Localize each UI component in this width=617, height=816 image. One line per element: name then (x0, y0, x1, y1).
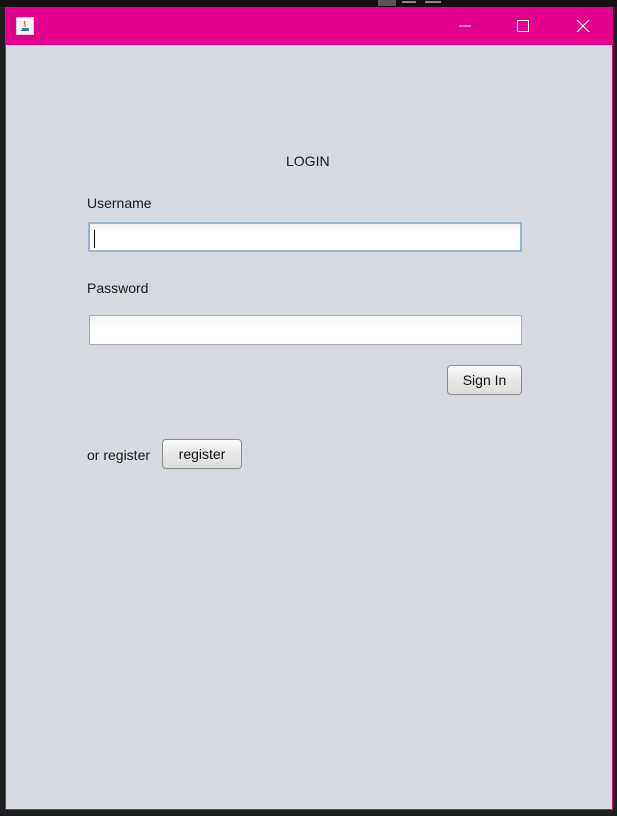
minimize-icon (459, 25, 471, 27)
login-form: LOGIN Username Password Sign In or regis… (6, 45, 612, 811)
username-input[interactable] (88, 222, 522, 252)
desktop-background-fragment (378, 0, 396, 6)
password-input[interactable] (89, 315, 522, 345)
desktop-background-fragment (402, 1, 416, 3)
username-label: Username (87, 195, 152, 211)
desktop-background (0, 0, 617, 7)
login-window: LOGIN Username Password Sign In or regis… (5, 7, 613, 810)
sign-in-button[interactable]: Sign In (447, 365, 522, 395)
register-button[interactable]: register (162, 439, 242, 469)
java-app-icon (16, 17, 34, 35)
desktop-background-fragment (425, 1, 441, 3)
close-icon (576, 19, 590, 33)
minimize-button[interactable] (436, 8, 494, 45)
maximize-icon (517, 20, 529, 32)
login-title: LOGIN (286, 153, 330, 169)
maximize-button[interactable] (494, 8, 552, 45)
title-bar (6, 8, 612, 45)
text-caret (94, 230, 95, 248)
or-register-label: or register (87, 447, 151, 463)
close-button[interactable] (554, 8, 612, 45)
password-label: Password (87, 280, 149, 296)
